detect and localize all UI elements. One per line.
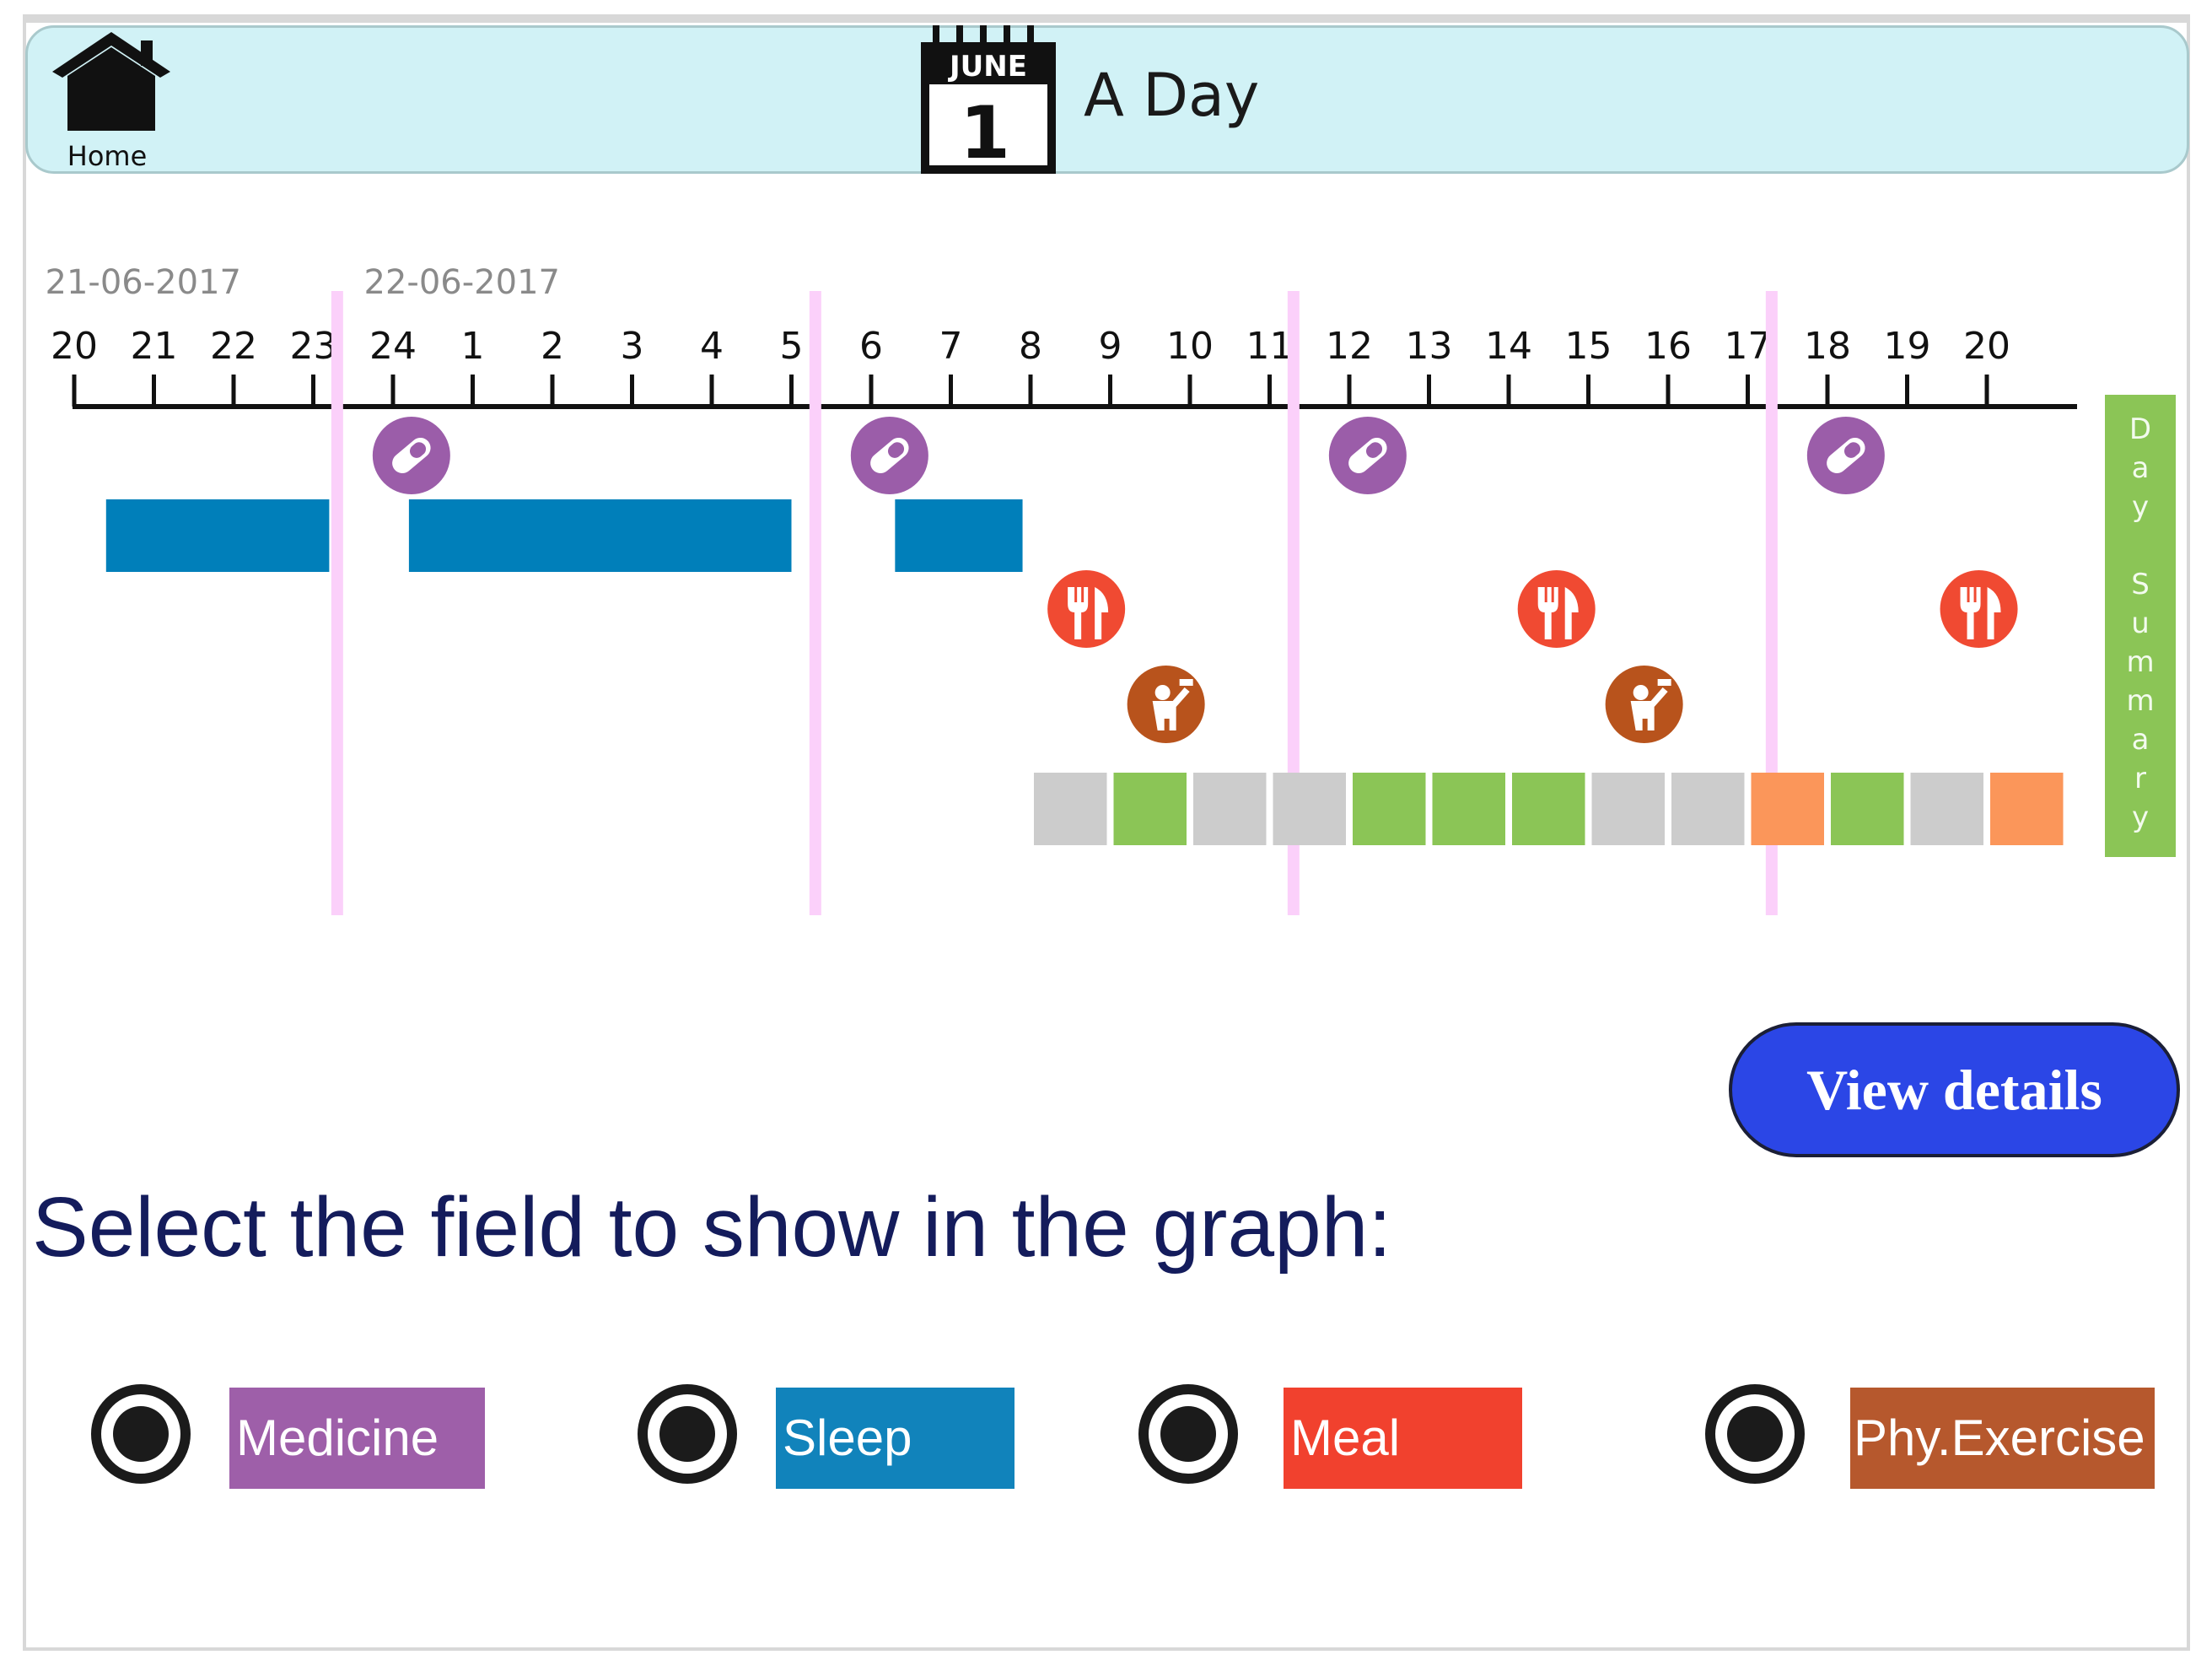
hour-status-block (1273, 773, 1346, 845)
hour-tick-label: 12 (1326, 325, 1373, 368)
hour-tick-label: 1 (461, 325, 485, 368)
hour-status-block (1671, 773, 1745, 845)
hour-tick-label: 16 (1644, 325, 1692, 368)
hour-status-block (1034, 773, 1107, 845)
hour-tick-label: 19 (1884, 325, 1931, 368)
hour-status-block (1193, 773, 1267, 845)
medicine-icon (1328, 417, 1407, 494)
exercise-icon (1605, 666, 1683, 743)
hour-tick-label: 10 (1166, 325, 1214, 368)
hour-tick-label: 4 (700, 325, 724, 368)
meal-field-label[interactable]: Meal (1284, 1388, 1522, 1489)
meal-icon (1047, 570, 1126, 648)
sleep-bar (408, 499, 792, 572)
view-details-button[interactable]: View details (1729, 1022, 2180, 1157)
hour-tick-label: 18 (1804, 325, 1851, 368)
hour-tick-label: 24 (369, 325, 417, 368)
hour-tick-label: 21 (131, 325, 178, 368)
medicine-icon (372, 417, 450, 494)
medicine-marker-line (331, 291, 343, 915)
meal-radio[interactable] (1138, 1384, 1238, 1484)
hour-status-block (1910, 773, 1983, 845)
date-label: 21-06-2017 (46, 263, 241, 302)
exercise-icon (1127, 666, 1205, 743)
hour-tick-label: 8 (1019, 325, 1042, 368)
day-summary-button[interactable]: Day Summary (2105, 395, 2176, 857)
meal-icon (1517, 570, 1596, 648)
hour-tick-label: 2 (541, 325, 564, 368)
hour-status-block (1512, 773, 1585, 845)
medicine-icon (1806, 417, 1885, 494)
hour-tick-label: 15 (1565, 325, 1612, 368)
medicine-field-label[interactable]: Medicine (229, 1388, 485, 1489)
hour-status-block (1591, 773, 1665, 845)
hour-tick-label: 7 (939, 325, 963, 368)
hour-tick-label: 9 (1099, 325, 1122, 368)
hour-tick-label: 22 (210, 325, 257, 368)
day-summary-label: Day Summary (2123, 412, 2157, 839)
sleep-bar (895, 499, 1023, 572)
hour-status-block (1751, 773, 1824, 845)
hour-tick-label: 20 (51, 325, 98, 368)
hour-tick-label: 13 (1406, 325, 1453, 368)
medicine-icon (850, 417, 928, 494)
hour-status-block (1113, 773, 1187, 845)
medicine-radio[interactable] (91, 1384, 191, 1484)
hour-status-block (1831, 773, 1904, 845)
sleep-field-label[interactable]: Sleep (776, 1388, 1015, 1489)
sleep-bar (105, 499, 330, 572)
date-label: 22-06-2017 (364, 263, 560, 302)
hour-status-block (1990, 773, 2064, 845)
hour-tick-label: 20 (1963, 325, 2010, 368)
medicine-marker-line (809, 291, 821, 915)
sleep-radio[interactable] (638, 1384, 737, 1484)
hour-tick-label: 6 (859, 325, 883, 368)
exercise-field-label[interactable]: Phy.Exercise (1850, 1388, 2155, 1489)
hour-tick-label: 23 (290, 325, 337, 368)
hour-tick-label: 3 (621, 325, 644, 368)
timeline-chart: 21-06-2017 22-06-201720 21 22 23 24 1 2 3 4 5 6 7 8 9 1… (46, 263, 2077, 915)
hour-tick-label: 14 (1485, 325, 1532, 368)
hour-status-block (1432, 773, 1505, 845)
hour-tick-label: 17 (1725, 325, 1772, 368)
hour-status-block (1353, 773, 1426, 845)
hour-tick-label: 5 (780, 325, 804, 368)
exercise-radio[interactable] (1705, 1384, 1805, 1484)
hour-tick-label: 11 (1246, 325, 1294, 368)
select-field-prompt: Select the field to show in the graph: (32, 1180, 1392, 1275)
meal-icon (1940, 570, 2018, 648)
